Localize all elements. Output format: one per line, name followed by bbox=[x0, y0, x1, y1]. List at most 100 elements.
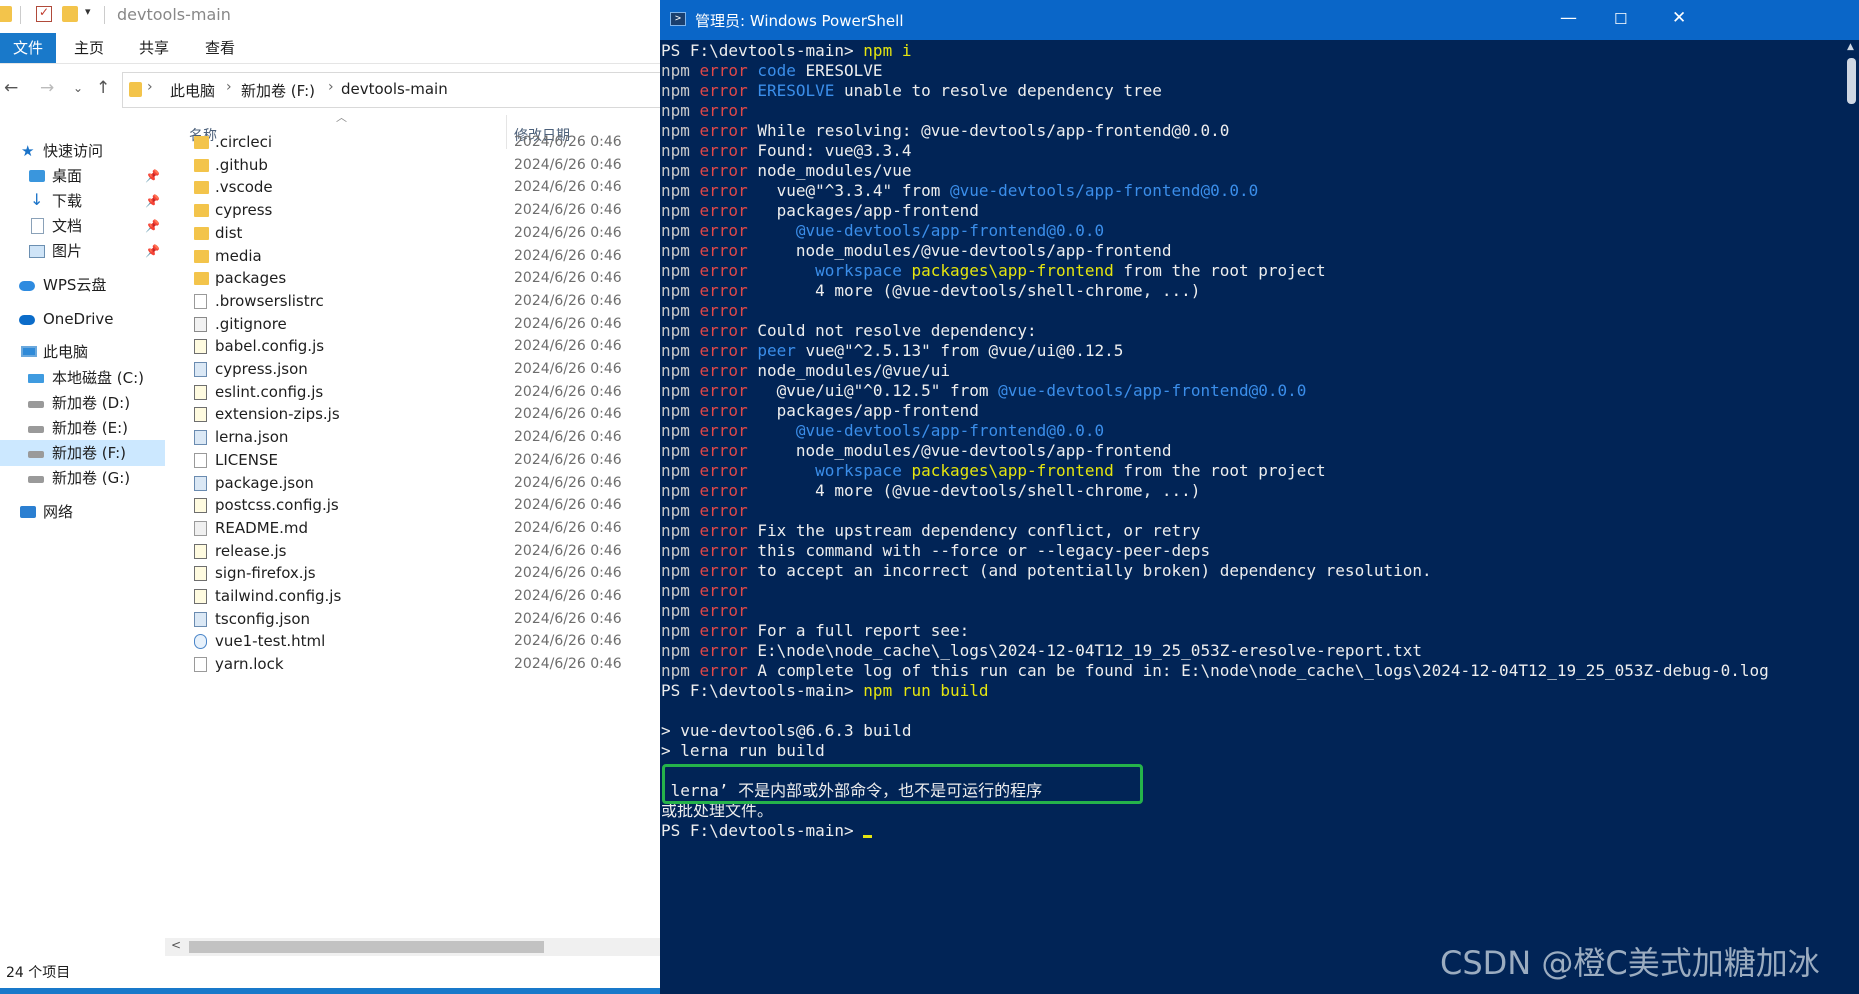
terminal-segment: > vue-devtools@6.6.3 build bbox=[661, 721, 912, 740]
pin-icon[interactable]: 📌 bbox=[145, 188, 160, 214]
tab-home[interactable]: 主页 bbox=[64, 33, 114, 63]
nav-this-pc[interactable]: 此电脑 bbox=[0, 339, 165, 365]
terminal-segment: error bbox=[699, 661, 758, 680]
file-modified-date: 2024/6/26 0:46 bbox=[514, 633, 622, 650]
breadcrumb-devtools-main[interactable]: devtools-main bbox=[341, 80, 448, 98]
new-folder-icon[interactable] bbox=[62, 6, 78, 22]
json-file-icon bbox=[194, 611, 207, 627]
nav-drive-g[interactable]: 新加卷 (G:) bbox=[0, 465, 165, 491]
file-name: lerna.json bbox=[215, 428, 289, 447]
terminal-segment: @vue/ui@"^0.12.5" from bbox=[757, 381, 999, 400]
pin-icon[interactable]: 📌 bbox=[145, 238, 160, 264]
terminal-line: > lerna run build bbox=[661, 741, 1769, 761]
up-arrow-icon[interactable]: ↑ bbox=[96, 78, 110, 98]
forward-arrow-icon[interactable]: → bbox=[40, 78, 54, 98]
js-file-icon bbox=[194, 543, 207, 559]
file-name: vue1-test.html bbox=[215, 632, 326, 651]
tab-file[interactable]: 文件 bbox=[0, 33, 56, 63]
recent-locations-icon[interactable]: ⌄ bbox=[73, 81, 83, 95]
file-name: .browserslistrc bbox=[215, 291, 324, 310]
watermark: CSDN @橙C美式加糖加冰 bbox=[1440, 944, 1820, 982]
star-icon: ★ bbox=[21, 142, 35, 160]
address-bar[interactable]: › 此电脑 › 新加卷 (F:) › devtools-main bbox=[122, 72, 662, 108]
file-name: cypress.json bbox=[215, 360, 308, 378]
scrollbar-thumb[interactable] bbox=[189, 941, 544, 953]
terminal-segment: error bbox=[699, 541, 758, 560]
terminal-output[interactable]: PS F:\devtools-main> npm i npm error code… bbox=[660, 40, 1838, 994]
nav-drive-c[interactable]: 本地磁盘 (C:) bbox=[0, 365, 165, 391]
chevron-right-icon[interactable]: › bbox=[226, 79, 232, 95]
nav-downloads[interactable]: ↓ 下载 📌 bbox=[0, 188, 165, 214]
breadcrumb-drive-f[interactable]: 新加卷 (F:) bbox=[241, 80, 315, 101]
tab-view[interactable]: 查看 bbox=[194, 33, 246, 63]
terminal-segment: > lerna run build bbox=[661, 741, 825, 760]
terminal-segment: PS F:\devtools-main> bbox=[661, 41, 864, 60]
terminal-line: npm error @vue-devtools/app-frontend@0.0… bbox=[661, 421, 1769, 441]
terminal-segment: npm bbox=[661, 181, 700, 200]
file-modified-date: 2024/6/26 0:46 bbox=[514, 429, 622, 446]
pin-icon[interactable]: 📌 bbox=[145, 163, 160, 189]
nav-drive-d[interactable]: 新加卷 (D:) bbox=[0, 390, 165, 416]
js-file-icon bbox=[194, 498, 207, 514]
breadcrumb-this-pc[interactable]: 此电脑 bbox=[170, 80, 215, 101]
terminal-line: npm error node_modules/@vue-devtools/app… bbox=[661, 441, 1769, 461]
nav-desktop[interactable]: 桌面 📌 bbox=[0, 163, 165, 189]
chevron-right-icon[interactable]: › bbox=[328, 79, 334, 95]
nav-network[interactable]: 网络 bbox=[0, 499, 165, 525]
file-name: package.json bbox=[215, 473, 314, 492]
minimize-icon[interactable]: — bbox=[1560, 8, 1577, 28]
terminal-segment: error bbox=[699, 101, 748, 120]
back-arrow-icon[interactable]: ← bbox=[4, 78, 18, 98]
vertical-scrollbar[interactable]: ▲ bbox=[1844, 40, 1859, 994]
file-row[interactable]: yarn.lock 2024/6/26 0:46 bbox=[165, 651, 660, 678]
folder-icon bbox=[194, 272, 209, 286]
nav-drive-e[interactable]: 新加卷 (E:) bbox=[0, 415, 165, 441]
scrollbar-thumb[interactable] bbox=[1847, 58, 1856, 104]
terminal-segment: error bbox=[699, 121, 758, 140]
powershell-window: > 管理员: Windows PowerShell — ☐ ✕ PS F:\de… bbox=[660, 0, 1859, 994]
download-icon: ↓ bbox=[30, 190, 44, 209]
pin-icon[interactable]: 📌 bbox=[145, 213, 160, 239]
close-icon[interactable]: ✕ bbox=[1672, 8, 1686, 28]
nav-drive-f[interactable]: 新加卷 (F:) bbox=[0, 440, 165, 466]
terminal-segment: npm bbox=[661, 61, 700, 80]
folder-icon bbox=[194, 136, 209, 149]
file-modified-date: 2024/6/26 0:46 bbox=[514, 247, 622, 264]
item-count: 24 个项目 bbox=[6, 965, 71, 981]
terminal-segment: unable to resolve dependency tree bbox=[844, 81, 1162, 100]
properties-icon[interactable] bbox=[36, 5, 52, 22]
terminal-line: npm error E:\node\node_cache\_logs\2024-… bbox=[661, 641, 1769, 661]
tab-share[interactable]: 共享 bbox=[129, 33, 179, 63]
nav-wps-cloud[interactable]: WPS云盘 bbox=[0, 272, 165, 298]
customize-quick-access-icon[interactable]: ▾ bbox=[85, 5, 91, 18]
terminal-segment: npm bbox=[661, 301, 700, 320]
file-name: packages bbox=[215, 269, 287, 288]
terminal-line: npm error to accept an incorrect (and po… bbox=[661, 561, 1769, 581]
terminal-segment: For a full report see: bbox=[757, 621, 970, 640]
nav-pictures[interactable]: 图片 📌 bbox=[0, 238, 165, 264]
terminal-line: npm error workspace packages\app-fronten… bbox=[661, 261, 1769, 281]
terminal-line: > vue-devtools@6.6.3 build bbox=[661, 721, 1769, 741]
horizontal-scrollbar[interactable]: < bbox=[165, 938, 660, 956]
terminal-segment: error bbox=[699, 481, 758, 500]
terminal-segment: error bbox=[699, 141, 758, 160]
scroll-left-icon[interactable]: < bbox=[171, 938, 181, 952]
navigation-pane: ★ 快速访问 桌面 📌 ↓ 下载 📌 文档 📌 图片 📌 WPS云盘 OneDr… bbox=[0, 125, 165, 945]
terminal-line: 或批处理文件。 bbox=[661, 801, 1769, 821]
file-modified-date: 2024/6/26 0:46 bbox=[514, 134, 622, 150]
terminal-segment: npm bbox=[661, 101, 700, 120]
file-name: LICENSE bbox=[215, 450, 278, 469]
file-modified-date: 2024/6/26 0:46 bbox=[514, 610, 622, 627]
maximize-icon[interactable]: ☐ bbox=[1614, 10, 1627, 28]
scroll-up-icon[interactable]: ▲ bbox=[1847, 42, 1854, 52]
nav-quick-access[interactable]: ★ 快速访问 bbox=[0, 138, 165, 164]
terminal-segment: error bbox=[699, 441, 758, 460]
nav-documents[interactable]: 文档 📌 bbox=[0, 213, 165, 239]
terminal-segment: npm i bbox=[863, 41, 912, 60]
terminal-segment: error bbox=[699, 361, 758, 380]
file-modified-date: 2024/6/26 0:46 bbox=[514, 406, 622, 423]
nav-onedrive[interactable]: OneDrive bbox=[0, 306, 165, 332]
drive-icon bbox=[28, 451, 44, 458]
ribbon-tabs: 文件 主页 共享 查看 bbox=[0, 33, 660, 64]
chevron-right-icon[interactable]: › bbox=[147, 79, 153, 95]
